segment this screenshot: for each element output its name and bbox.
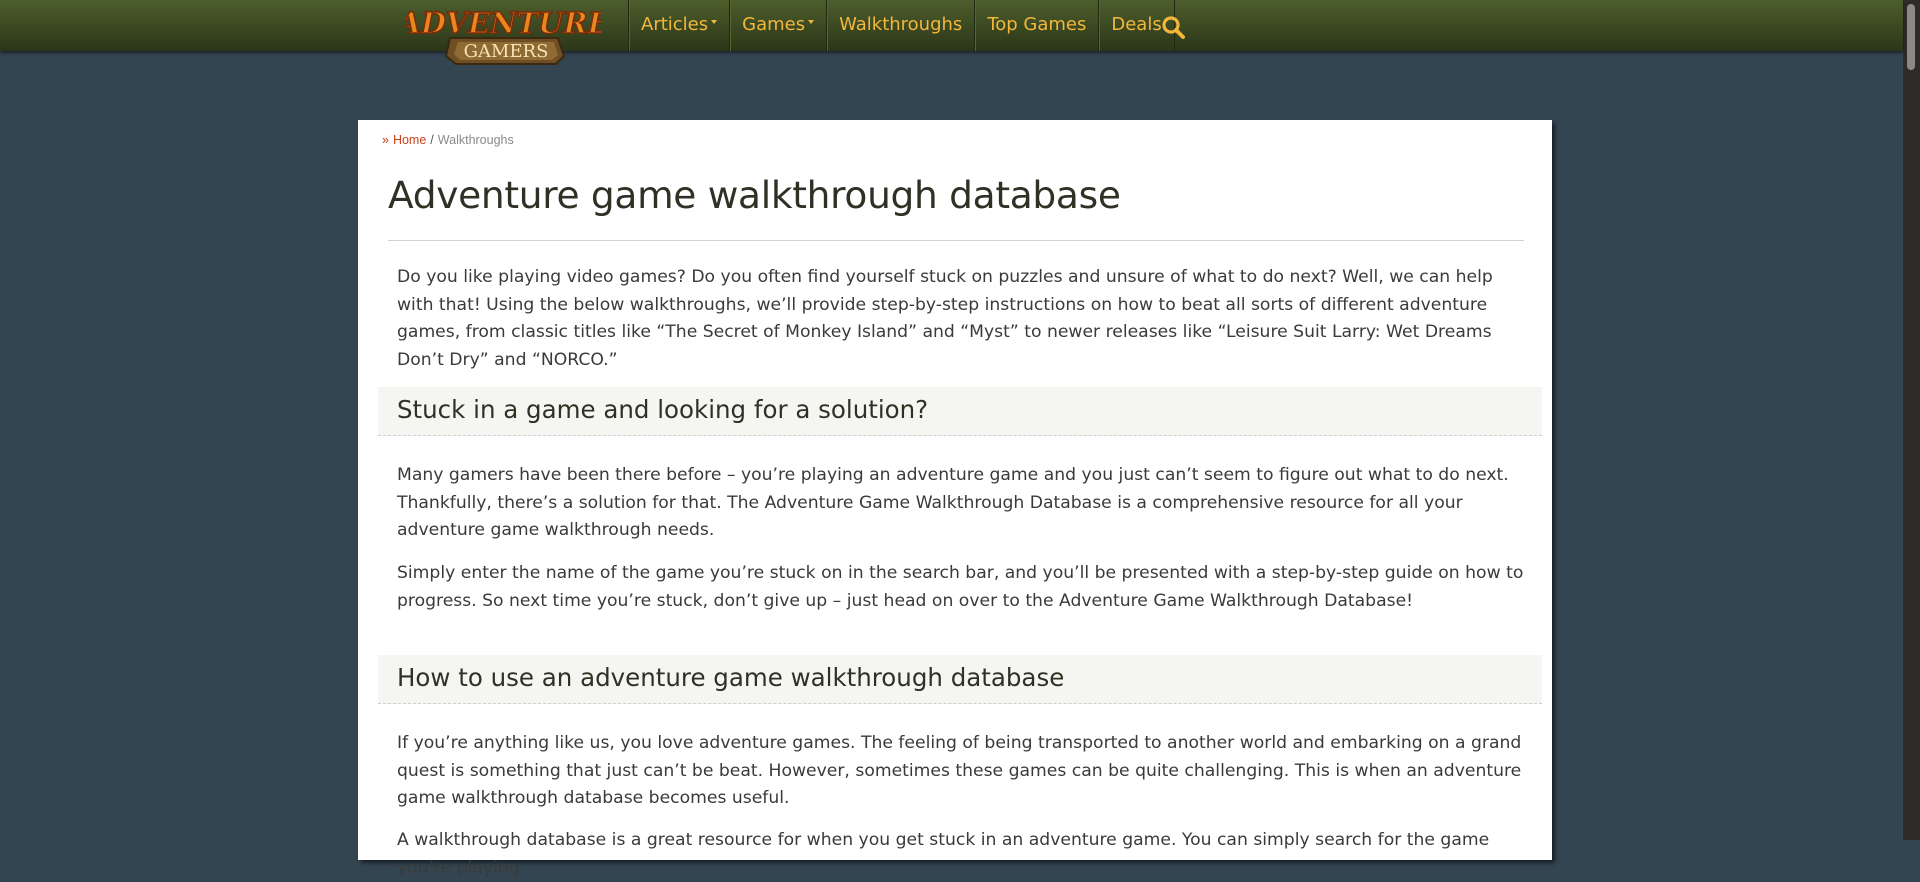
nav-articles-label: Articles [641,14,709,35]
nav-walkthroughs[interactable]: Walkthroughs [826,0,974,51]
page-title: Adventure game walkthrough database [388,173,1121,217]
caret-down-icon [808,20,815,24]
breadcrumb-separator: / [430,133,434,147]
breadcrumb-home-link[interactable]: Home [393,133,426,147]
scrollbar-thumb[interactable] [1907,4,1915,70]
section-paragraph: If you’re anything like us, you love adv… [397,733,1522,808]
search-icon [1162,16,1185,39]
title-divider [388,240,1524,241]
nav-walkthroughs-label: Walkthroughs [839,14,963,35]
section-heading: Stuck in a game and looking for a soluti… [397,395,929,424]
nav-top-games-label: Top Games [987,14,1087,35]
logo-graphic: GAMERS ADVENTURE [406,6,602,65]
nav-games-label: Games [742,14,806,35]
nav-articles[interactable]: Articles [628,0,729,51]
nav-deals-label: Deals [1111,14,1162,35]
caret-down-icon [711,20,718,24]
intro-paragraph: Do you like playing video games? Do you … [397,267,1493,370]
nav-top-games[interactable]: Top Games [974,0,1098,51]
nav-games[interactable]: Games [729,0,826,51]
top-nav-bar: GAMERS ADVENTURE Articles Games Walkthro… [0,0,1903,65]
section-heading-bar: Stuck in a game and looking for a soluti… [378,387,1542,436]
section-paragraph: A walkthrough database is a great resour… [397,830,1490,878]
logo-text-bottom: GAMERS [464,41,549,62]
content-card: » Home / Walkthroughs Adventure game walkth… [358,120,1552,878]
page-scrollbar[interactable] [1903,0,1920,840]
logo-text-top: ADVENTURE [406,6,602,40]
main-nav: Articles Games Walkthroughs Top Games De… [628,0,1175,51]
adventure-gamers-logo[interactable]: GAMERS ADVENTURE [406,6,602,66]
section-heading-bar: How to use an adventure game walkthrough… [378,655,1542,704]
breadcrumb-current: Walkthroughs [437,133,514,147]
search-button[interactable] [1160,14,1188,42]
section-paragraph: Simply enter the name of the game you’re… [397,563,1524,611]
section-heading: How to use an adventure game walkthrough… [397,663,1065,692]
breadcrumb-arrow-icon: » [382,133,389,147]
breadcrumb: » Home / Walkthroughs [382,133,514,147]
section-paragraph: Many gamers have been there before – you… [397,465,1509,540]
